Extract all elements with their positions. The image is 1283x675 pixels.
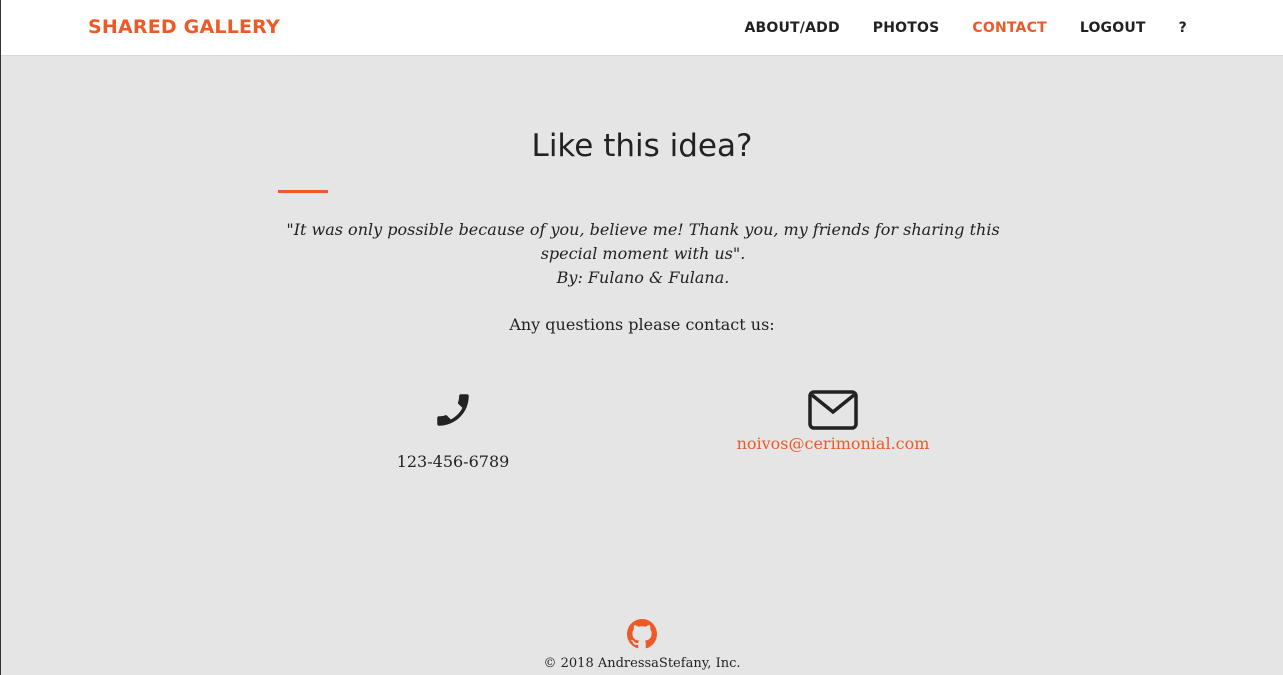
phone-icon [323,386,583,434]
navbar: SHARED GALLERY ABOUT/ADD PHOTOS CONTACT … [1,0,1283,56]
contact-phone: 123-456-6789 [323,386,583,471]
copyright-text: © 2018 AndressaStefany, Inc. [543,656,741,671]
email-link[interactable]: noivos@cerimonial.com [737,434,930,453]
nav-link-logout[interactable]: LOGOUT [1080,20,1146,36]
envelope-icon [703,386,963,434]
page-title: Like this idea? [531,128,753,164]
quote-author: By: Fulano & Fulana. [556,268,730,287]
brand-logo-link[interactable]: SHARED GALLERY [88,16,280,38]
nav-link-about-add[interactable]: ABOUT/ADD [744,20,839,36]
nav-links: ABOUT/ADD PHOTOS CONTACT LOGOUT ? [711,20,1187,36]
nav-link-help[interactable]: ? [1179,20,1187,36]
contact-email: noivos@cerimonial.com [703,386,963,453]
accent-divider [278,190,328,193]
quote-text: "It was only possible because of you, be… [286,220,1000,263]
nav-link-photos[interactable]: PHOTOS [873,20,940,36]
contact-intro: Any questions please contact us: [509,315,775,334]
github-icon[interactable] [627,619,657,649]
phone-number: 123-456-6789 [396,452,510,471]
testimonial-quote: "It was only possible because of you, be… [282,218,1004,290]
nav-link-contact[interactable]: CONTACT [972,20,1046,36]
